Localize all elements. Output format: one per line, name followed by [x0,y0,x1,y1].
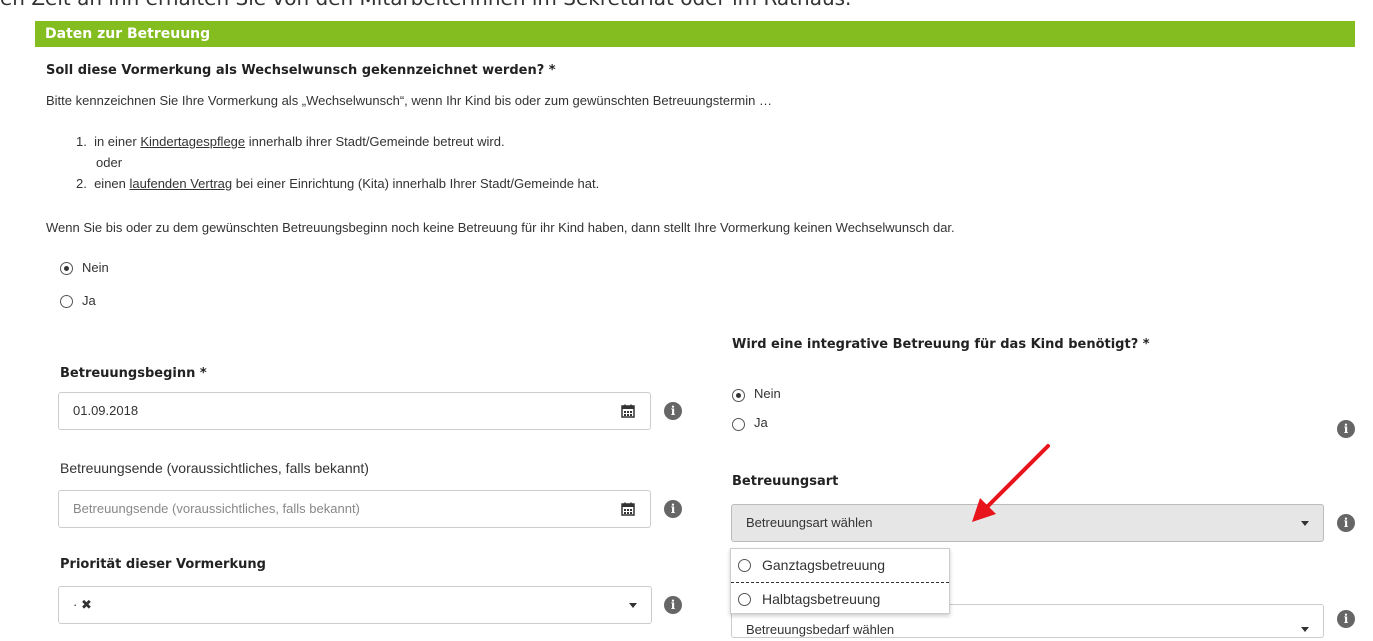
oder-text: oder [96,155,123,170]
wechsel-intro: Bitte kennzeichnen Sie Ihre Vormerkung a… [46,93,772,108]
laufender-vertrag-link[interactable]: laufenden Vertrag [130,176,233,191]
integrativ-radio-nein[interactable] [732,389,745,402]
betreuungsart-label: Betreuungsart [732,474,839,489]
wechsel-item-2: 2. einen laufenden Vertrag bei einer Ein… [76,176,599,191]
betreuungsart-dropdown: Ganztagsbetreuung Halbtagsbetreuung [730,548,950,614]
integrativ-radio-ja-label: Ja [754,415,768,430]
item-text: innerhalb ihrer Stadt/Gemeinde betreut w… [245,134,505,149]
info-icon[interactable]: i [664,402,682,420]
integrativ-question: Wird eine integrative Betreuung für das … [732,337,1150,352]
wechsel-radio-nein[interactable] [60,262,73,275]
option-ganztags[interactable]: Ganztagsbetreuung [762,557,885,573]
wechsel-radio-nein-label: Nein [82,260,109,275]
item-text: einen [94,176,130,191]
info-icon[interactable]: i [664,596,682,614]
prioritaet-select[interactable]: · ✖ [58,586,652,624]
info-icon[interactable]: i [1337,610,1355,628]
kindertagespflege-link[interactable]: Kindertagespflege [140,134,245,149]
calendar-icon [621,502,635,516]
prioritaet-label: Priorität dieser Vormerkung [60,557,266,572]
wechsel-note: Wenn Sie bis oder zu dem gewünschten Bet… [46,220,955,235]
calendar-button[interactable] [606,392,651,430]
wechsel-item-1: 1. in einer Kindertagespflege innerhalb … [76,134,505,149]
option-radio[interactable] [738,593,751,606]
prioritaet-value: · ✖ [73,597,92,612]
option-divider [731,582,949,583]
item-text: bei einer Einrichtung (Kita) innerhalb I… [232,176,600,191]
partial-top-text: en Zeit an ihn erhalten Sie von den Mita… [0,0,851,10]
info-icon[interactable]: i [664,500,682,518]
section-header: Daten zur Betreuung [35,21,1355,47]
item-text: in einer [94,134,141,149]
calendar-button[interactable] [606,490,651,528]
betreuungsende-input[interactable]: Betreuungsende (voraussichtliches, falls… [58,490,618,528]
chevron-down-icon [1301,627,1309,632]
wechsel-radio-ja[interactable] [60,295,73,308]
item-number: 2. [76,176,87,191]
betreuungsbeginn-input[interactable]: 01.09.2018 [58,392,618,430]
option-halbtags[interactable]: Halbtagsbetreuung [762,591,880,607]
betreuungsbedarf-value: Betreuungsbedarf wählen [746,622,895,637]
info-icon[interactable]: i [1337,514,1355,532]
chevron-down-icon [1301,521,1309,526]
red-arrow-annotation [972,444,1050,522]
info-icon[interactable]: i [1337,420,1355,438]
betreuungsbeginn-label: Betreuungsbeginn * [60,366,207,381]
calendar-icon [621,404,635,418]
item-number: 1. [76,134,87,149]
betreuungsende-label: Betreuungsende (voraussichtliches, falls… [60,460,369,476]
wechsel-radio-ja-label: Ja [82,293,96,308]
betreuungsart-value: Betreuungsart wählen [746,515,873,530]
option-radio[interactable] [738,559,751,572]
integrativ-radio-nein-label: Nein [754,386,781,401]
wechsel-question: Soll diese Vormerkung als Wechselwunsch … [46,63,556,78]
integrativ-radio-ja[interactable] [732,418,745,431]
chevron-down-icon [629,603,637,608]
